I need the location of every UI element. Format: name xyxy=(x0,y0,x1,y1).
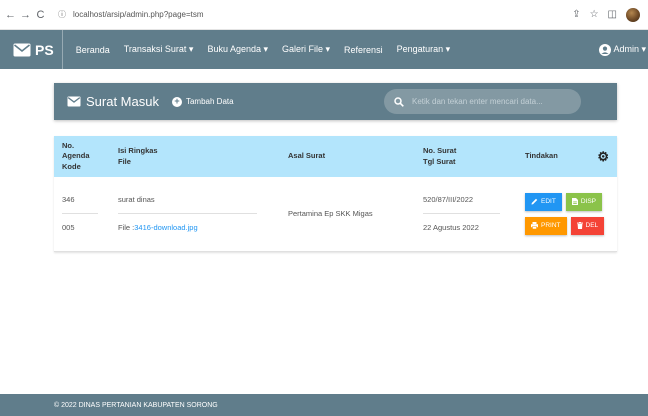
user-circle-icon xyxy=(599,43,612,56)
action-buttons: EDIT DISP PRINT DEL xyxy=(525,192,609,235)
pencil-icon xyxy=(531,199,538,205)
back-arrow-icon[interactable]: ← xyxy=(4,9,17,21)
surat-masuk-table: No. Agenda Kode Isi Ringkas File Asal Su… xyxy=(54,136,617,252)
header-no-surat: No. Surat xyxy=(423,146,457,155)
header-tindakan-label: Tindakan xyxy=(525,151,558,161)
header-kode: Kode xyxy=(62,161,81,171)
edit-button[interactable]: EDIT xyxy=(525,192,562,211)
delete-label: DEL xyxy=(585,222,599,230)
cell-kode: 005 xyxy=(62,222,75,232)
card-title-text: Surat Masuk xyxy=(86,94,159,109)
brand-text: PS xyxy=(35,41,54,58)
action-row-bottom: PRINT DEL xyxy=(525,216,609,235)
app-navbar: PS Beranda Transaksi Surat ▾ Buku Agenda… xyxy=(0,30,648,69)
nav-item-galeri-file[interactable]: Galeri File ▾ xyxy=(282,44,330,55)
nav-item-buku-agenda[interactable]: Buku Agenda ▾ xyxy=(207,44,268,55)
page-footer: © 2022 DINAS PERTANIAN KABUPATEN SORONG xyxy=(0,394,648,416)
profile-avatar[interactable] xyxy=(626,7,640,22)
table-header-row: No. Agenda Kode Isi Ringkas File Asal Su… xyxy=(54,136,617,177)
header-isi-ringkas: Isi Ringkas xyxy=(118,146,158,155)
printer-icon xyxy=(531,222,538,230)
gear-icon[interactable]: ⚙ xyxy=(597,150,609,163)
footer-text: © 2022 DINAS PERTANIAN KABUPATEN SORONG xyxy=(54,401,218,409)
header-agenda: No. Agenda Kode xyxy=(54,136,110,177)
file-icon xyxy=(571,198,578,206)
add-data-button[interactable]: + Tambah Data xyxy=(171,96,234,107)
cell-isi-ringkas: surat dinas xyxy=(118,187,257,214)
nav-item-referensi[interactable]: Referensi xyxy=(344,45,383,55)
cell-surat: 520/87/III/2022 22 Agustus 2022 xyxy=(415,177,517,251)
side-panel-icon[interactable]: ◫ xyxy=(608,9,617,20)
search-icon xyxy=(394,96,404,107)
user-menu[interactable]: Admin ▾ xyxy=(599,43,646,56)
add-data-label: Tambah Data xyxy=(185,97,234,106)
cell-tgl-surat: 22 Agustus 2022 xyxy=(423,222,479,232)
share-icon[interactable]: ⇪ xyxy=(572,9,580,20)
print-label: PRINT xyxy=(541,222,561,230)
site-info-icon[interactable]: ⓘ xyxy=(55,8,69,22)
header-file: File xyxy=(118,156,131,166)
delete-button[interactable]: DEL xyxy=(570,216,605,235)
nav-item-pengaturan[interactable]: Pengaturan ▾ xyxy=(397,44,451,55)
envelope-icon xyxy=(13,43,31,56)
header-asal-surat: Asal Surat xyxy=(288,151,326,161)
url-text[interactable]: localhost/arsip/admin.php?page=tsm xyxy=(73,10,204,19)
trash-icon xyxy=(576,222,583,230)
plus-circle-icon: + xyxy=(171,96,182,107)
address-bar[interactable]: ⓘ localhost/arsip/admin.php?page=tsm xyxy=(55,4,517,25)
forward-arrow-icon[interactable]: → xyxy=(19,9,32,21)
file-label: File : xyxy=(118,222,135,232)
action-row-top: EDIT DISP xyxy=(525,192,609,211)
bookmark-star-icon[interactable]: ☆ xyxy=(590,9,599,20)
brand-logo[interactable]: PS xyxy=(0,30,63,69)
cell-file: File : 3416-download.jpg xyxy=(118,214,272,241)
cell-isi: surat dinas File : 3416-download.jpg xyxy=(110,177,280,251)
disp-button[interactable]: DISP xyxy=(565,192,602,211)
header-tgl-surat: Tgl Surat xyxy=(423,156,456,166)
envelope-icon xyxy=(67,96,81,107)
cell-tindakan: EDIT DISP PRINT DEL xyxy=(517,177,617,251)
file-link[interactable]: 3416-download.jpg xyxy=(134,223,197,232)
header-tindakan: Tindakan ⚙ xyxy=(517,136,617,177)
header-isi: Isi Ringkas File xyxy=(110,136,280,177)
edit-label: EDIT xyxy=(541,198,556,206)
card-title: Surat Masuk xyxy=(67,94,159,109)
nav-item-beranda[interactable]: Beranda xyxy=(76,45,110,55)
cell-asal-surat: Pertamina Ep SKK Migas xyxy=(288,209,373,219)
reload-icon[interactable]: C xyxy=(34,9,47,21)
disp-label: DISP xyxy=(580,198,596,206)
table-row: 346 005 surat dinas File : 3416-download… xyxy=(54,177,617,251)
cell-no-surat: 520/87/III/2022 xyxy=(423,187,501,214)
search-input[interactable] xyxy=(412,97,562,106)
cell-no-agenda: 346 xyxy=(62,187,98,214)
print-button[interactable]: PRINT xyxy=(525,216,567,235)
search-box[interactable] xyxy=(384,89,581,114)
header-no-agenda: No. Agenda xyxy=(62,140,90,161)
nav-menu: Beranda Transaksi Surat ▾ Buku Agenda ▾ … xyxy=(76,44,464,55)
user-name: Admin ▾ xyxy=(613,44,646,54)
card-header: Surat Masuk + Tambah Data xyxy=(54,83,617,120)
browser-toolbar: ← → C ⓘ localhost/arsip/admin.php?page=t… xyxy=(0,0,648,30)
cell-agenda: 346 005 xyxy=(54,177,110,251)
nav-item-transaksi-surat[interactable]: Transaksi Surat ▾ xyxy=(124,44,194,55)
header-surat: No. Surat Tgl Surat xyxy=(415,136,517,177)
browser-actions: ⇪ ☆ ◫ xyxy=(572,7,640,22)
